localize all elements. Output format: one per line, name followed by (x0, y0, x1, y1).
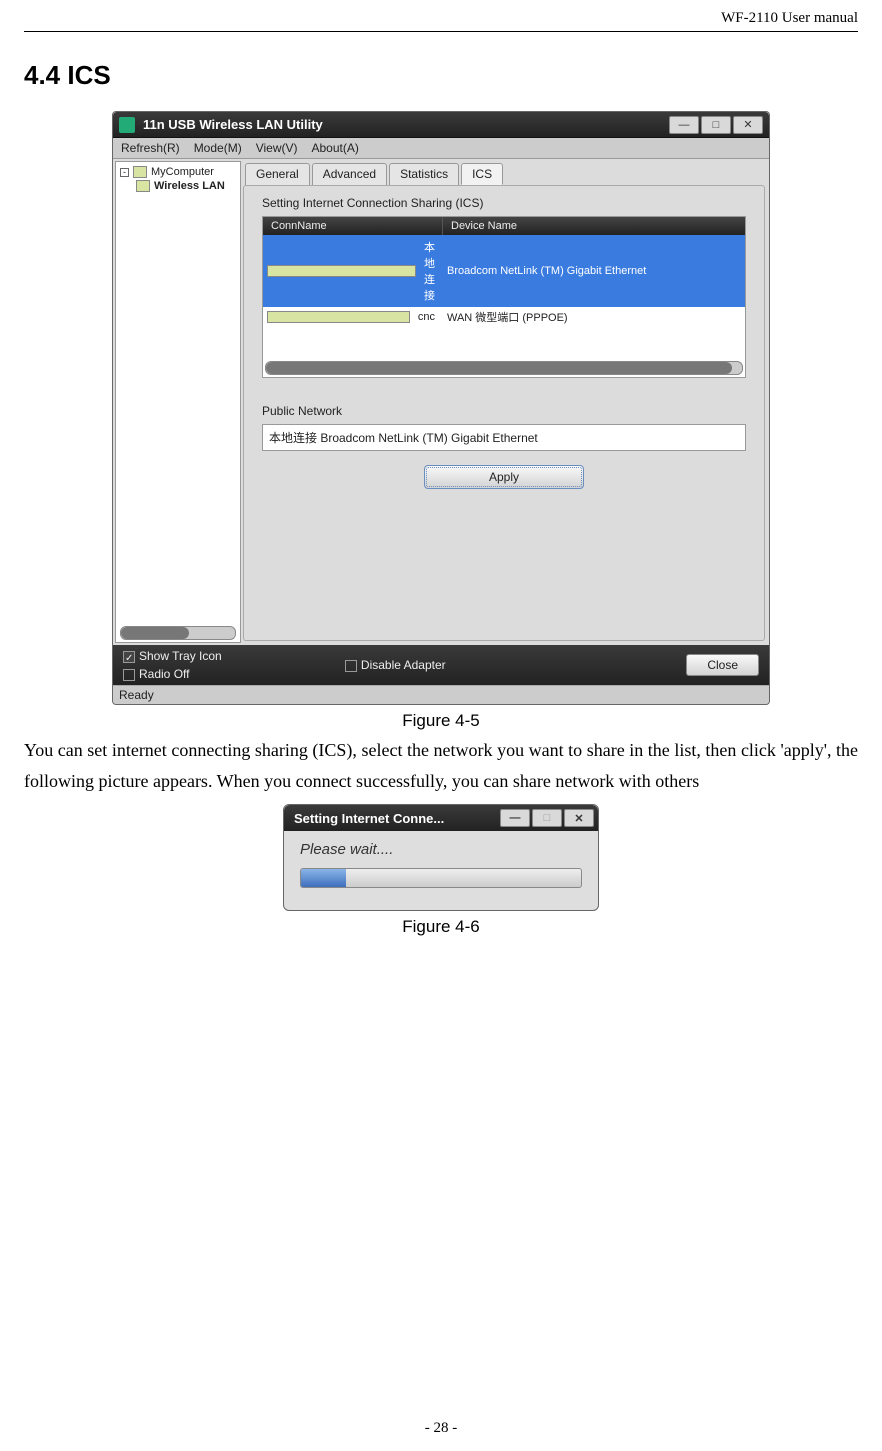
content-pane: General Advanced Statistics ICS Setting … (243, 161, 767, 643)
tab-advanced[interactable]: Advanced (312, 163, 387, 185)
figure-4-6-dialog: Setting Internet Conne... — □ ✕ Please w… (283, 804, 599, 911)
tree-pane: - MyComputer Wireless LAN (115, 161, 241, 643)
network-icon (267, 265, 416, 277)
progress-bar (300, 868, 582, 888)
ics-heading: Setting Internet Connection Sharing (ICS… (262, 196, 746, 210)
menu-mode[interactable]: Mode(M) (194, 141, 242, 155)
menu-refresh[interactable]: Refresh(R) (121, 141, 180, 155)
dialog-close-button[interactable]: ✕ (564, 809, 594, 827)
figure-4-5-window: 11n USB Wireless LAN Utility — □ ✕ Refre… (112, 111, 770, 705)
col-devicename[interactable]: Device Name (443, 217, 745, 235)
tab-general[interactable]: General (245, 163, 310, 185)
tab-ics[interactable]: ICS (461, 163, 503, 185)
list-row[interactable]: 本地连接 Broadcom NetLink (TM) Gigabit Ether… (263, 235, 745, 307)
list-row[interactable]: cnc WAN 微型端口 (PPPOE) (263, 307, 745, 327)
dialog-title-bar: Setting Internet Conne... — □ ✕ (284, 805, 598, 831)
close-button[interactable]: Close (686, 654, 759, 676)
page-number: - 28 - (0, 1420, 882, 1437)
tree-child-label: Wireless LAN (154, 180, 225, 192)
tree-root[interactable]: - MyComputer (120, 166, 236, 178)
app-icon (119, 117, 135, 133)
dialog-maximize-button: □ (532, 809, 562, 827)
row-conn: cnc (414, 309, 439, 325)
row-dev: Broadcom NetLink (TM) Gigabit Ethernet (443, 263, 745, 279)
computer-icon (133, 166, 147, 178)
maximize-button[interactable]: □ (701, 116, 731, 134)
wireless-icon (136, 180, 150, 192)
menu-bar: Refresh(R) Mode(M) View(V) About(A) (113, 138, 769, 159)
tree-root-label: MyComputer (151, 166, 214, 178)
menu-about[interactable]: About(A) (312, 141, 359, 155)
tab-row: General Advanced Statistics ICS (245, 163, 767, 185)
radio-off-checkbox[interactable]: Radio Off (123, 667, 345, 681)
public-network-value: 本地连接 Broadcom NetLink (TM) Gigabit Ether… (262, 424, 746, 451)
body-paragraph: You can set internet connecting sharing … (24, 735, 858, 796)
page-header: WF-2110 User manual (24, 10, 858, 32)
menu-view[interactable]: View(V) (256, 141, 298, 155)
col-connname[interactable]: ConnName (263, 217, 443, 235)
figure-4-5-caption: Figure 4-5 (24, 711, 858, 731)
section-heading: 4.4 ICS (24, 60, 858, 91)
dialog-minimize-button[interactable]: — (500, 809, 530, 827)
status-bar: Ready (113, 685, 769, 704)
tab-statistics[interactable]: Statistics (389, 163, 459, 185)
figure-4-6-caption: Figure 4-6 (24, 917, 858, 937)
minimize-button[interactable]: — (669, 116, 699, 134)
ics-panel: Setting Internet Connection Sharing (ICS… (243, 185, 765, 641)
public-network-label: Public Network (262, 404, 746, 418)
bottom-bar: Show Tray Icon Radio Off Disable Adapter… (113, 645, 769, 685)
network-icon (267, 311, 410, 323)
list-header: ConnName Device Name (263, 217, 745, 235)
tree-child[interactable]: Wireless LAN (136, 180, 236, 192)
show-tray-checkbox[interactable]: Show Tray Icon (123, 649, 345, 663)
title-bar: 11n USB Wireless LAN Utility — □ ✕ (113, 112, 769, 138)
tree-collapse-icon[interactable]: - (120, 168, 129, 177)
list-scrollbar[interactable] (265, 361, 743, 375)
tree-scrollbar[interactable] (120, 626, 236, 640)
row-dev: WAN 微型端口 (PPPOE) (443, 307, 745, 327)
window-title: 11n USB Wireless LAN Utility (143, 117, 667, 132)
row-conn: 本地连接 (420, 237, 439, 305)
dialog-message: Please wait.... (300, 841, 582, 858)
connection-list: ConnName Device Name 本地连接 Broadcom NetLi… (262, 216, 746, 378)
dialog-title: Setting Internet Conne... (288, 811, 498, 826)
apply-button[interactable]: Apply (424, 465, 584, 489)
close-window-button[interactable]: ✕ (733, 116, 763, 134)
progress-fill (301, 869, 346, 887)
disable-adapter-checkbox[interactable]: Disable Adapter (345, 658, 686, 672)
